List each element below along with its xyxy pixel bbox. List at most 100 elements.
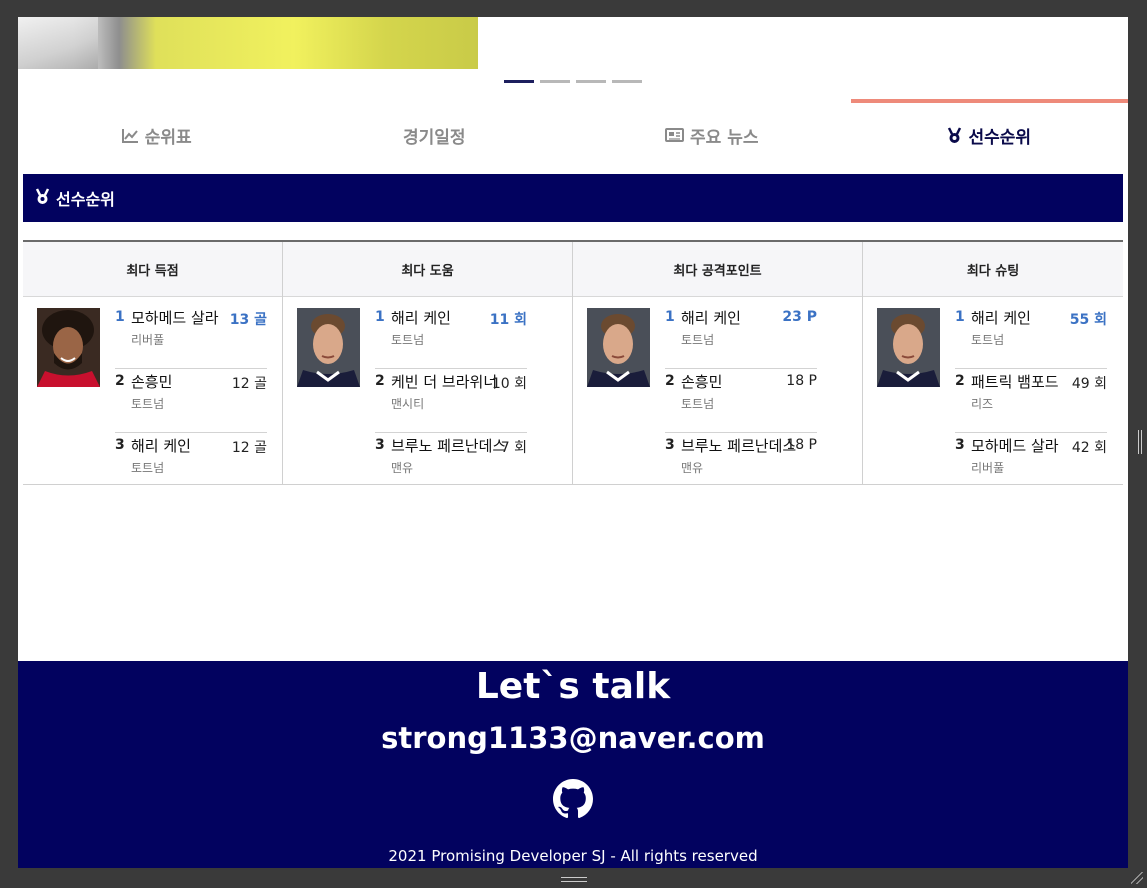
player-name: 브루노 페르난데스 (391, 437, 507, 455)
rank-number: 1 (665, 309, 675, 325)
player-photo-kane (877, 308, 940, 387)
player-ranking-table: 최다 득점 1 모하메드 살라 리버풀 13 골 2 손흥민 토트넘 12 골 … (23, 240, 1123, 485)
list-item[interactable]: 3 해리 케인 토트넘 12 골 (115, 433, 267, 497)
player-name: 손흥민 (131, 373, 173, 391)
footer-email-link[interactable]: strong1133@naver.com (18, 721, 1128, 755)
medal-icon (947, 126, 962, 144)
footer-title: Let`s talk (475, 666, 671, 707)
team-name: 토트넘 (971, 333, 1005, 347)
stat-value: 49 회 (1071, 376, 1107, 392)
rank-number: 2 (115, 373, 125, 389)
newspaper-icon (665, 128, 684, 142)
team-name: 리즈 (971, 397, 994, 411)
column-header: 최다 공격포인트 (573, 242, 862, 297)
column-header: 최다 득점 (23, 242, 282, 297)
team-name: 토트넘 (681, 333, 715, 347)
ranking-column-shots: 최다 슈팅 1 해리 케인 토트넘 55 회 2 패트릭 뱀포드 리즈 49 회… (863, 242, 1123, 484)
tab-news[interactable]: 주요 뉴스 (573, 115, 851, 155)
stat-value: 11 회 (489, 312, 527, 328)
chart-line-icon (121, 128, 139, 143)
player-name: 해리 케인 (391, 309, 451, 327)
rank-number: 2 (665, 373, 675, 389)
stat-value: 12 골 (231, 440, 267, 456)
stat-value: 12 골 (231, 376, 267, 392)
rank-number: 3 (115, 437, 125, 453)
rank-number: 3 (955, 437, 965, 453)
player-name: 해리 케인 (971, 309, 1031, 327)
list-item[interactable]: 1 해리 케인 토트넘 23 P (665, 305, 817, 369)
slider-dot-1[interactable] (504, 80, 534, 83)
rank-number: 2 (955, 373, 965, 389)
tab-standings[interactable]: 순위표 (18, 115, 296, 155)
player-photo-kane (297, 308, 360, 387)
resize-handle-bottom[interactable] (561, 877, 587, 882)
stat-value: 7 회 (500, 440, 527, 456)
ranking-column-attack-points: 최다 공격포인트 1 해리 케인 토트넘 23 P 2 손흥민 토트넘 18 P… (573, 242, 863, 484)
slider-dots (504, 80, 642, 83)
github-icon[interactable] (553, 779, 593, 819)
list-item[interactable]: 1 해리 케인 토트넘 11 회 (375, 305, 527, 369)
ranking-column-goals: 최다 득점 1 모하메드 살라 리버풀 13 골 2 손흥민 토트넘 12 골 … (23, 242, 283, 484)
rank-number: 3 (375, 437, 385, 453)
list-item[interactable]: 3 브루노 페르난데스 맨유 7 회 (375, 433, 527, 497)
copyright-text: 2021 Promising Developer SJ - All rights… (388, 847, 758, 865)
team-name: 토트넘 (391, 333, 425, 347)
player-name: 케빈 더 브라위너 (391, 373, 498, 391)
team-name: 토트넘 (681, 397, 715, 411)
slider-dot-4[interactable] (612, 80, 642, 83)
list-item[interactable]: 3 브루노 페르난데스 맨유 18 P (665, 433, 817, 497)
page-viewport: 순위표 경기일정 주요 뉴스 선수순위 선수순위 최다 득점 1 모하메드 살라… (18, 17, 1128, 868)
tab-player-ranking-label: 선수순위 (968, 127, 1032, 148)
list-item[interactable]: 3 모하메드 살라 리버풀 42 회 (955, 433, 1107, 497)
list-item[interactable]: 1 모하메드 살라 리버풀 13 골 (115, 305, 267, 369)
medal-icon (35, 187, 50, 209)
team-name: 리버풀 (971, 461, 1005, 475)
rank-number: 2 (375, 373, 385, 389)
rank-number: 1 (955, 309, 965, 325)
window-frame: 순위표 경기일정 주요 뉴스 선수순위 선수순위 최다 득점 1 모하메드 살라… (0, 0, 1147, 888)
team-name: 토트넘 (131, 461, 165, 475)
player-photo-salah (37, 308, 100, 387)
resize-handle-right[interactable] (1138, 430, 1142, 454)
stat-value: 42 회 (1071, 440, 1107, 456)
rank-number: 1 (115, 309, 125, 325)
player-name: 손흥민 (681, 373, 723, 391)
tab-schedule[interactable]: 경기일정 (296, 115, 574, 155)
stat-value: 18 P (786, 373, 817, 389)
player-photo-kane (587, 308, 650, 387)
player-name: 해리 케인 (681, 309, 741, 327)
list-item[interactable]: 2 패트릭 뱀포드 리즈 49 회 (955, 369, 1107, 433)
team-name: 토트넘 (131, 397, 165, 411)
list-item[interactable]: 2 케빈 더 브라위너 맨시티 10 회 (375, 369, 527, 433)
rank-number: 1 (375, 309, 385, 325)
list-item[interactable]: 2 손흥민 토트넘 18 P (665, 369, 817, 433)
tab-standings-label: 순위표 (144, 127, 192, 148)
player-name: 패트릭 뱀포드 (971, 373, 1059, 391)
column-header: 최다 슈팅 (863, 242, 1123, 297)
column-header: 최다 도움 (283, 242, 572, 297)
active-tab-indicator (851, 99, 1128, 103)
resize-handle-corner[interactable] (1131, 872, 1143, 884)
stat-value: 18 P (786, 437, 817, 453)
section-header: 선수순위 (23, 174, 1123, 222)
stat-value: 23 P (782, 309, 817, 325)
slider-dot-3[interactable] (576, 80, 606, 83)
stat-value: 10 회 (491, 376, 527, 392)
team-name: 맨유 (681, 461, 704, 475)
list-item[interactable]: 2 손흥민 토트넘 12 골 (115, 369, 267, 433)
team-name: 맨시티 (391, 397, 425, 411)
section-title: 선수순위 (56, 190, 115, 209)
team-name: 맨유 (391, 461, 414, 475)
player-name: 모하메드 살라 (131, 309, 219, 327)
tab-schedule-label: 경기일정 (402, 127, 466, 148)
tab-news-label: 주요 뉴스 (690, 127, 759, 148)
list-item[interactable]: 1 해리 케인 토트넘 55 회 (955, 305, 1107, 369)
rank-number: 3 (665, 437, 675, 453)
player-name: 모하메드 살라 (971, 437, 1059, 455)
tab-player-ranking[interactable]: 선수순위 (851, 115, 1129, 155)
team-name: 리버풀 (131, 333, 165, 347)
ranking-column-assists: 최다 도움 1 해리 케인 토트넘 11 회 2 케빈 더 브라위너 맨시티 1… (283, 242, 573, 484)
hero-image (18, 17, 478, 69)
slider-dot-2[interactable] (540, 80, 570, 83)
footer: Let`s talk strong1133@naver.com 2021 Pro… (18, 661, 1128, 868)
